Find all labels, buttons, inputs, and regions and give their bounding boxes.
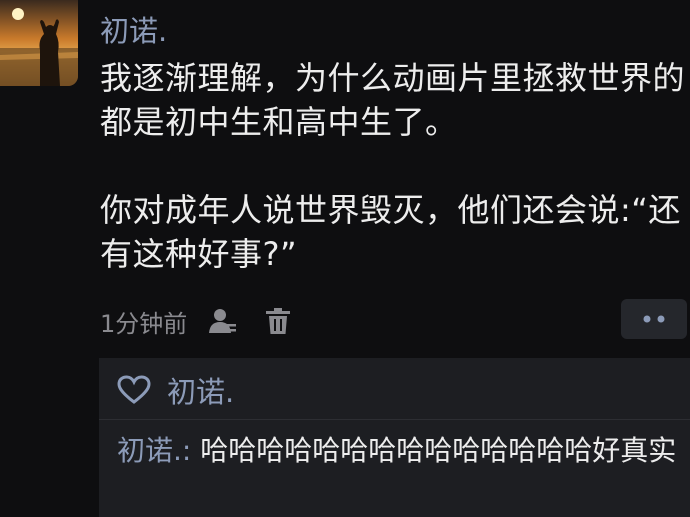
user-icon[interactable]	[207, 306, 237, 336]
comment-item[interactable]: 初诺.: 哈哈哈哈哈哈哈哈哈哈哈哈哈哈好真实	[117, 431, 677, 471]
comment-author[interactable]: 初诺.:	[117, 434, 191, 467]
post-paragraph: 你对成年人说世界毁灭，他们还会说:“还有这种好事?”	[100, 191, 681, 273]
trash-icon[interactable]	[263, 306, 293, 336]
likes-row: 初诺.	[117, 370, 234, 410]
post-meta-row: 1分钟前	[100, 301, 319, 341]
heart-outline-icon	[117, 375, 151, 404]
divider	[99, 419, 690, 420]
avatar-sunset-image	[0, 0, 78, 86]
post-paragraph: 我逐渐理解，为什么动画片里拯救世界的都是初中生和高中生了。	[100, 59, 686, 141]
more-button[interactable]	[621, 299, 687, 339]
comment-text: 哈哈哈哈哈哈哈哈哈哈哈哈哈哈好真实	[200, 434, 677, 467]
post-author-name[interactable]: 初诺.	[100, 8, 167, 50]
avatar[interactable]	[0, 0, 78, 86]
post-content: 我逐渐理解，为什么动画片里拯救世界的都是初中生和高中生了。 你对成年人说世界毁灭…	[100, 56, 685, 276]
liker-name[interactable]: 初诺.	[167, 369, 234, 411]
more-dots-icon	[643, 315, 665, 323]
post-time: 1分钟前	[100, 309, 188, 338]
comment-panel: 初诺. 初诺.: 哈哈哈哈哈哈哈哈哈哈哈哈哈哈好真实	[99, 358, 690, 517]
